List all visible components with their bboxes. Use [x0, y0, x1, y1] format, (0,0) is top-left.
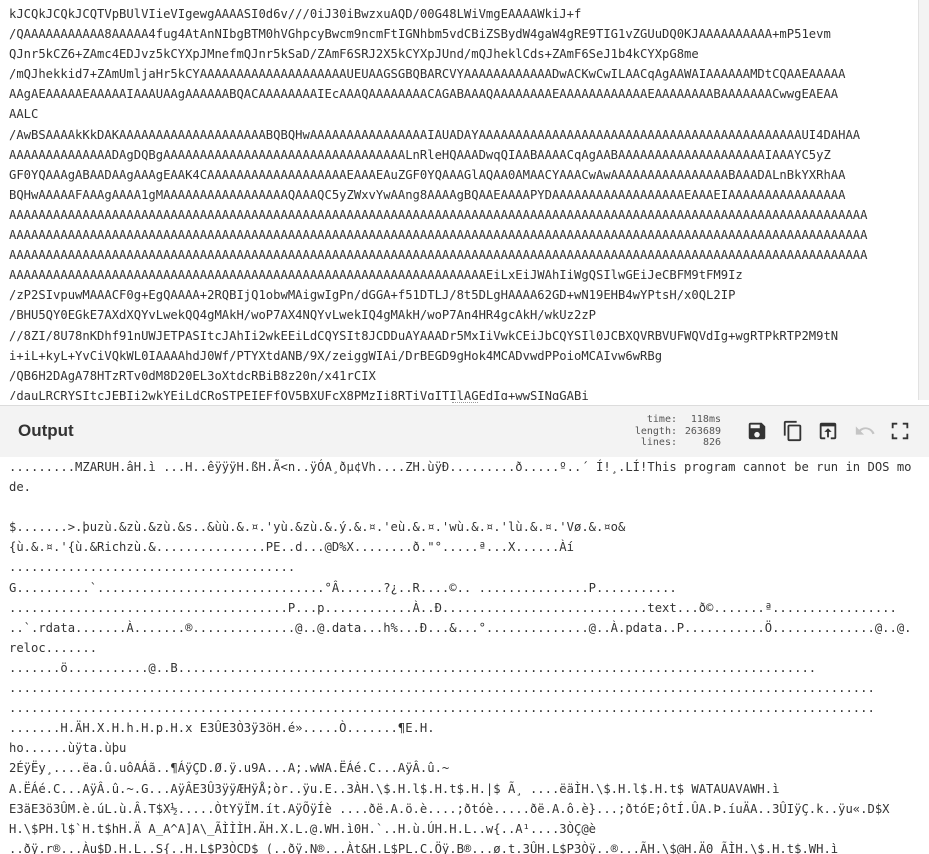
stat-length: length: 263689	[620, 426, 721, 438]
stat-value: 118ms	[690, 414, 721, 425]
stat-time: time: 118ms	[620, 414, 721, 426]
output-stats: time: 118ms length: 263689 lines: 826	[620, 414, 721, 449]
maximise-output-button[interactable]	[887, 418, 913, 444]
output-pane[interactable]: .........MZARUH.âH.ì ...H..êÿÿÿH.ßH.Ã<n.…	[0, 457, 929, 854]
stat-value: 826	[702, 437, 721, 448]
save-icon	[748, 422, 766, 440]
output-header: Output time: 118ms length: 263689 lines:…	[0, 405, 929, 458]
stat-value: 263689	[684, 425, 721, 437]
save-output-button[interactable]	[744, 418, 770, 444]
copy-output-button[interactable]	[780, 418, 806, 444]
maximise-icon	[891, 422, 909, 440]
input-pane[interactable]: kJCQkJCQkJCQTVpBUlVIieVIgewgAAAASI0d6v//…	[0, 0, 929, 400]
input-textarea[interactable]: kJCQkJCQkJCQTVpBUlVIieVIgewgAAAASI0d6v//…	[9, 4, 915, 400]
stat-lines: lines: 826	[620, 437, 721, 449]
replace-input-button[interactable]	[815, 418, 841, 444]
output-textarea[interactable]: .........MZARUH.âH.ì ...H..êÿÿÿH.ßH.Ã<n.…	[9, 457, 915, 854]
replace-input-icon	[819, 422, 837, 440]
undo-button[interactable]	[852, 418, 878, 444]
output-title: Output	[18, 421, 74, 440]
stat-label: time:	[646, 414, 677, 425]
stat-label: length:	[634, 425, 677, 437]
input-scrollbar[interactable]	[918, 0, 929, 400]
copy-icon	[783, 420, 802, 442]
undo-icon	[855, 426, 875, 435]
stat-label: lines:	[640, 437, 677, 448]
